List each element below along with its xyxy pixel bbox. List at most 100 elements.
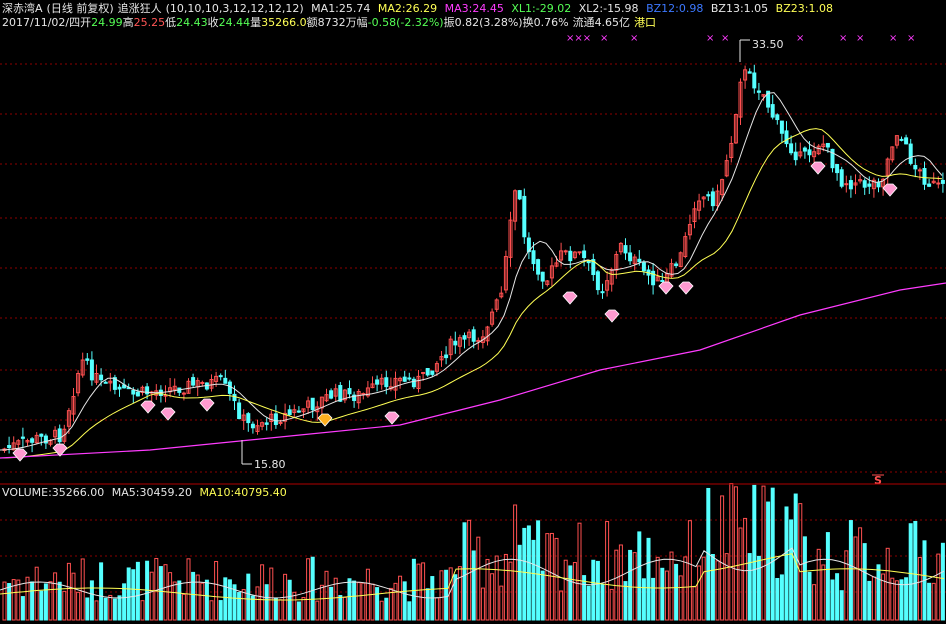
volume-bar — [720, 495, 725, 621]
candle-body — [430, 370, 435, 375]
candle-body — [517, 190, 522, 200]
volume-bar — [66, 562, 71, 621]
volume-bar — [85, 597, 90, 621]
candle-body — [287, 409, 292, 415]
volume-bar — [586, 585, 591, 621]
volume-bar — [646, 537, 651, 621]
candle-body — [131, 390, 136, 395]
volume-bar — [876, 564, 881, 621]
volume-bar — [444, 569, 449, 621]
diamond-signal-icon — [604, 309, 620, 323]
change-value: -0.58(-2.32%) — [367, 16, 444, 29]
candle-body — [936, 182, 941, 185]
volume-bar — [117, 595, 122, 621]
diamond-signal-icon — [384, 411, 400, 425]
candle-body — [200, 381, 205, 384]
volume-bar — [572, 562, 577, 621]
stock-name[interactable]: 深赤湾A — [2, 2, 43, 15]
candle-body — [756, 90, 761, 93]
chart-canvas[interactable]: 33.50 15.80 ××× × × × × × × × × × S — [0, 0, 946, 624]
volume-bar — [296, 601, 301, 621]
indicator-name[interactable]: 追涨狂人 — [118, 2, 162, 15]
x-marker: × — [600, 33, 608, 44]
volume-bar — [421, 562, 426, 621]
candle-body — [835, 164, 840, 174]
float-label: 流通 — [572, 16, 595, 29]
top-signal-markers: ××× × × × × × × × × × — [566, 33, 915, 44]
volume-bar — [122, 583, 127, 621]
candle-body — [246, 413, 251, 424]
volume-bar — [89, 580, 94, 621]
period-label[interactable]: (日线 前复权) — [47, 2, 114, 15]
min-price-marker: 15.80 — [241, 440, 286, 471]
volume-bar — [338, 595, 343, 621]
candle-body — [191, 377, 196, 386]
diamond-signal-icon — [658, 281, 674, 295]
volume-bar — [540, 570, 545, 621]
volume-bar — [710, 554, 715, 621]
sector-label[interactable]: 港口 — [634, 16, 656, 29]
volume-bar — [729, 483, 734, 621]
candle-body — [540, 271, 545, 282]
volume-bar — [724, 553, 729, 621]
candle-body — [927, 183, 932, 187]
volume-bar — [632, 552, 637, 621]
volume-bar — [264, 584, 269, 621]
volume-bar — [784, 506, 789, 621]
amount-label: 额 — [306, 16, 318, 29]
volume-bar — [628, 549, 633, 621]
diamond-signal-icon — [810, 161, 826, 175]
volume-bar — [499, 585, 504, 621]
x-marker: × — [706, 33, 714, 44]
ma3-label: MA3: — [444, 2, 473, 15]
volume-bars — [2, 483, 945, 621]
volume-bar — [398, 575, 403, 621]
volume-bar — [407, 601, 412, 621]
volume-bar — [329, 586, 334, 621]
volume-bar — [30, 581, 35, 621]
volume-bar — [761, 485, 766, 621]
volume-bar — [908, 523, 913, 621]
candle-body — [770, 104, 775, 118]
quote-info: 2017/11/02/四开24.99高25.25低24.43收24.44量352… — [2, 16, 656, 30]
volume-bar — [471, 550, 476, 621]
volume-bar — [99, 562, 104, 621]
candle-body — [338, 385, 343, 402]
candle-body — [775, 114, 780, 121]
candle-body — [582, 250, 587, 259]
volume-bar — [641, 578, 646, 621]
change-label: 幅 — [356, 16, 368, 29]
volume-bar — [664, 570, 669, 621]
candle-body — [7, 444, 12, 449]
volume-bar — [568, 565, 573, 621]
volume-bar — [830, 579, 835, 621]
volume-bar — [503, 553, 508, 621]
candle-body — [623, 245, 628, 254]
volume-bar — [246, 573, 251, 621]
volume-bar — [899, 579, 904, 621]
volume-bar — [103, 597, 108, 621]
volume-bar — [591, 559, 596, 621]
volume-bar — [218, 600, 223, 621]
volume-bar — [260, 564, 265, 621]
volume-bar — [57, 581, 62, 621]
candle-body — [867, 183, 872, 187]
indicator-params: (10,10,10,3,12,12,12,12) — [165, 2, 304, 15]
volume-bar — [154, 557, 159, 621]
volume-bar — [269, 567, 274, 621]
candle-body — [296, 410, 301, 413]
vol-ma5-value: 30459.20 — [139, 486, 193, 499]
volume-bar — [62, 590, 67, 621]
volume-bar — [894, 580, 899, 621]
candle-body — [637, 258, 642, 263]
volume-bar — [577, 522, 582, 621]
candle-body — [347, 388, 352, 395]
volume-bar — [655, 556, 660, 621]
volume-bar — [623, 581, 628, 621]
volume-bar — [554, 537, 559, 621]
candle-body — [462, 335, 467, 340]
volume-bar — [517, 544, 522, 621]
moving-average-lines — [0, 92, 946, 459]
candle-body — [425, 368, 430, 376]
candle-body — [747, 71, 752, 74]
